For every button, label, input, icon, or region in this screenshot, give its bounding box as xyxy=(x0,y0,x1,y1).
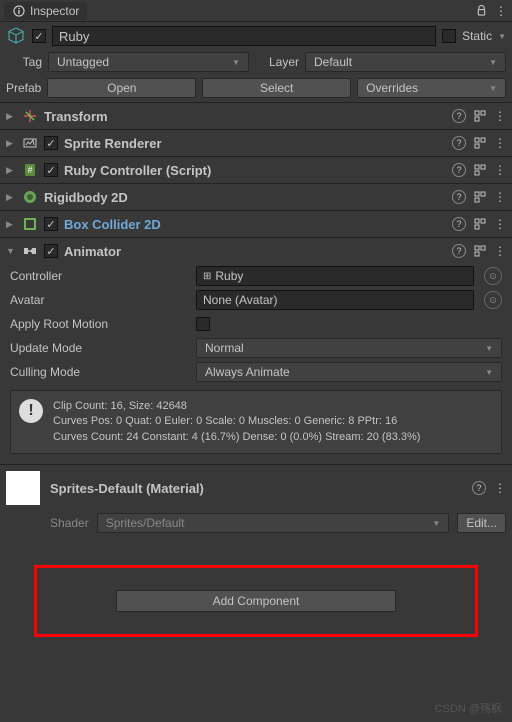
enabled-checkbox[interactable] xyxy=(32,29,46,43)
preset-icon[interactable] xyxy=(474,164,486,176)
material-preview xyxy=(6,471,40,505)
menu-icon[interactable]: ⋮ xyxy=(494,244,506,258)
component-title: Box Collider 2D xyxy=(64,217,446,232)
update-mode-label: Update Mode xyxy=(10,341,190,355)
help-icon[interactable]: ? xyxy=(452,136,466,150)
component-title: Transform xyxy=(44,109,446,124)
menu-icon[interactable]: ⋮ xyxy=(494,109,506,123)
fold-icon[interactable]: ▶ xyxy=(6,192,16,203)
preset-icon[interactable] xyxy=(474,110,486,122)
preset-icon[interactable] xyxy=(474,245,486,257)
apply-root-motion-label: Apply Root Motion xyxy=(10,317,190,331)
layer-label: Layer xyxy=(255,55,299,69)
panel-title: Inspector xyxy=(30,4,79,18)
update-mode-dropdown[interactable]: Normal▼ xyxy=(196,338,502,358)
fold-icon[interactable]: ▶ xyxy=(6,219,16,230)
rigidbody-icon xyxy=(22,189,38,205)
preset-icon[interactable] xyxy=(474,218,486,230)
object-picker-icon[interactable]: ⊙ xyxy=(484,267,502,285)
static-checkbox[interactable] xyxy=(442,29,456,43)
component-enabled-checkbox[interactable] xyxy=(44,163,58,177)
lock-icon[interactable] xyxy=(474,4,488,18)
help-icon[interactable]: ? xyxy=(452,217,466,231)
help-icon[interactable]: ? xyxy=(452,163,466,177)
animator-info-box: ! Clip Count: 16, Size: 42648 Curves Pos… xyxy=(10,390,502,454)
info-icon xyxy=(12,4,26,18)
component-title: Animator xyxy=(64,244,446,259)
edit-button[interactable]: Edit... xyxy=(457,513,506,533)
menu-icon[interactable]: ⋮ xyxy=(494,481,506,495)
static-dropdown-icon[interactable]: ▼ xyxy=(498,32,506,41)
highlight-annotation: Add Component xyxy=(34,565,478,637)
culling-mode-label: Culling Mode xyxy=(10,365,190,379)
prefab-select-button[interactable]: Select xyxy=(202,78,351,98)
svg-text:#: # xyxy=(27,165,32,175)
fold-icon[interactable]: ▶ xyxy=(6,111,16,122)
prefab-open-button[interactable]: Open xyxy=(47,78,196,98)
shader-label: Shader xyxy=(50,516,89,530)
component-enabled-checkbox[interactable] xyxy=(44,217,58,231)
menu-icon[interactable]: ⋮ xyxy=(494,190,506,204)
boxcollider-icon xyxy=(22,216,38,232)
fold-icon[interactable]: ▶ xyxy=(6,165,16,176)
help-icon[interactable]: ? xyxy=(472,481,486,495)
prefab-label: Prefab xyxy=(6,81,41,95)
tag-dropdown[interactable]: Untagged▼ xyxy=(48,52,249,72)
tag-label: Tag xyxy=(6,55,42,69)
sprite-renderer-icon xyxy=(22,135,38,151)
component-title: Ruby Controller (Script) xyxy=(64,163,446,178)
component-title: Sprite Renderer xyxy=(64,136,446,151)
fold-icon[interactable]: ▼ xyxy=(6,246,16,256)
preset-icon[interactable] xyxy=(474,191,486,203)
menu-icon[interactable]: ⋮ xyxy=(494,163,506,177)
help-icon[interactable]: ? xyxy=(452,244,466,258)
shader-dropdown[interactable]: Sprites/Default▼ xyxy=(97,513,450,533)
menu-icon[interactable]: ⋮ xyxy=(494,136,506,150)
component-title: Rigidbody 2D xyxy=(44,190,446,205)
gameobject-icon[interactable] xyxy=(6,26,26,46)
script-icon: # xyxy=(22,162,38,178)
transform-icon xyxy=(22,108,38,124)
object-picker-icon[interactable]: ⊙ xyxy=(484,291,502,309)
avatar-field[interactable]: None (Avatar) xyxy=(196,290,474,310)
culling-mode-dropdown[interactable]: Always Animate▼ xyxy=(196,362,502,382)
avatar-label: Avatar xyxy=(10,293,190,307)
prefab-overrides-dropdown[interactable]: Overrides▼ xyxy=(357,78,506,98)
controller-field[interactable]: ⊞Ruby xyxy=(196,266,474,286)
preset-icon[interactable] xyxy=(474,137,486,149)
add-component-button[interactable]: Add Component xyxy=(116,590,396,612)
help-icon[interactable]: ? xyxy=(452,109,466,123)
warning-icon: ! xyxy=(19,399,43,423)
apply-root-motion-checkbox[interactable] xyxy=(196,317,210,331)
animator-info-text: Clip Count: 16, Size: 42648 Curves Pos: … xyxy=(53,399,420,445)
component-enabled-checkbox[interactable] xyxy=(44,244,58,258)
component-enabled-checkbox[interactable] xyxy=(44,136,58,150)
static-label: Static xyxy=(462,29,492,43)
object-name-input[interactable] xyxy=(52,26,436,46)
animator-icon xyxy=(22,243,38,259)
menu-icon[interactable]: ⋮ xyxy=(494,217,506,231)
menu-icon[interactable]: ⋮ xyxy=(494,4,508,18)
controller-label: Controller xyxy=(10,269,190,283)
layer-dropdown[interactable]: Default▼ xyxy=(305,52,506,72)
fold-icon[interactable]: ▶ xyxy=(6,138,16,149)
watermark: CSDN @殇枫 xyxy=(435,700,502,716)
material-title: Sprites-Default (Material) xyxy=(50,481,462,496)
help-icon[interactable]: ? xyxy=(452,190,466,204)
